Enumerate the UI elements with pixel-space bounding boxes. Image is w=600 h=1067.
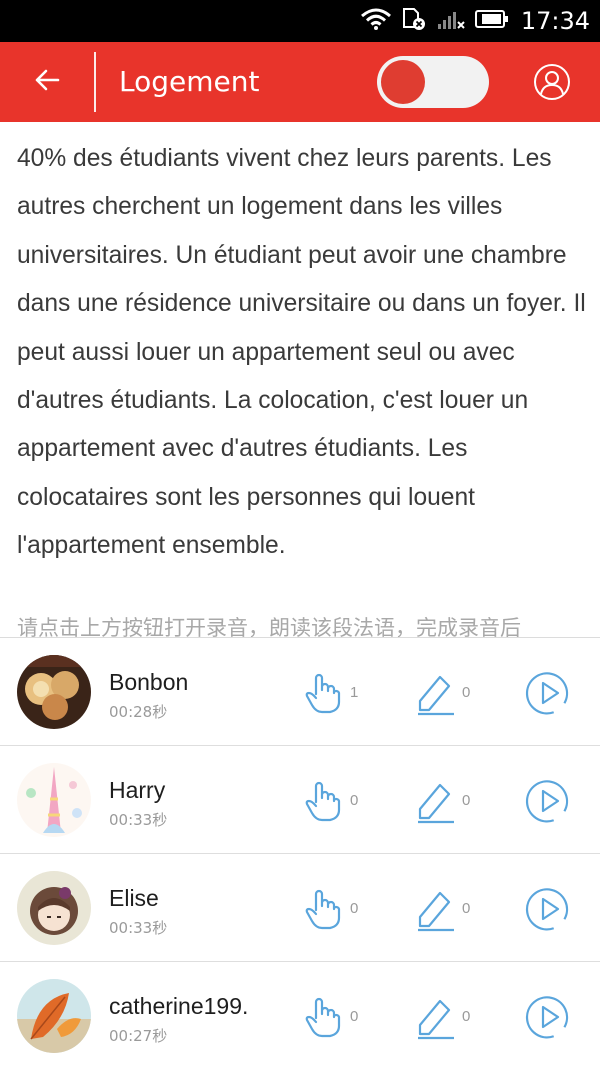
list-item[interactable]: Harry 00:33秒 0 0: [0, 746, 600, 854]
header-divider: [94, 52, 96, 112]
recording-author: Elise: [109, 885, 159, 911]
autumn-leaf-avatar: [17, 979, 91, 1053]
comment-count: 0: [462, 1008, 471, 1025]
play-icon: [525, 996, 569, 1039]
avatar[interactable]: [17, 871, 91, 945]
doll-avatar: [17, 871, 91, 945]
edit-icon: [418, 891, 454, 932]
edit-icon: [418, 675, 454, 716]
comment-button[interactable]: [416, 888, 458, 932]
hand-pointer-icon: [305, 673, 341, 714]
hand-pointer-icon: [305, 889, 341, 930]
page-title: Logement: [119, 65, 260, 98]
like-count: 0: [350, 792, 359, 809]
lanterns-avatar: [17, 655, 91, 729]
play-button[interactable]: [525, 995, 570, 1039]
comment-button[interactable]: [416, 672, 458, 716]
comment-count: 0: [462, 792, 471, 809]
list-item[interactable]: catherine199. 00:27秒 0 0: [0, 962, 600, 1067]
sim-disabled-icon: [401, 7, 427, 35]
comment-count: 0: [462, 684, 471, 701]
edit-icon: [418, 783, 454, 824]
play-button[interactable]: [525, 671, 570, 715]
instruction-container: 请点击上方按钮打开录音，朗读该段法语，完成录音后: [0, 612, 600, 637]
recording-duration: 00:28秒: [109, 703, 168, 721]
instruction-text: 请点击上方按钮打开录音，朗读该段法语，完成录音后: [17, 616, 521, 637]
profile-button[interactable]: [533, 63, 571, 101]
play-icon: [525, 888, 569, 931]
recording-duration: 00:33秒: [109, 919, 168, 937]
like-count: 0: [350, 900, 359, 917]
passage-text: 40% des étudiants vivent chez leurs pare…: [17, 145, 586, 560]
eiffel-tower-avatar: [17, 763, 91, 837]
status-icons: 17:34: [360, 0, 590, 42]
play-icon: [525, 672, 569, 715]
list-item[interactable]: Elise 00:33秒 0 0: [0, 854, 600, 962]
avatar[interactable]: [17, 655, 91, 729]
hand-pointer-icon: [305, 997, 341, 1038]
comment-button[interactable]: [416, 780, 458, 824]
list-item[interactable]: Bonbon 00:28秒 1 0: [0, 638, 600, 746]
back-button[interactable]: [22, 60, 72, 104]
like-count: 0: [350, 1008, 359, 1025]
like-count: 1: [350, 684, 359, 701]
user-icon: [533, 64, 571, 105]
recording-duration: 00:27秒: [109, 1027, 168, 1045]
recordings-list: Bonbon 00:28秒 1 0 Harry 00:33秒 0 0 Elise…: [0, 638, 600, 1067]
comment-button[interactable]: [416, 996, 458, 1040]
recording-author: catherine199.: [109, 993, 249, 1019]
hand-pointer-icon: [305, 781, 341, 822]
comment-count: 0: [462, 900, 471, 917]
toggle-knob: [381, 60, 425, 104]
battery-icon: [474, 9, 509, 33]
wifi-icon: [360, 8, 391, 34]
back-arrow-icon: [34, 69, 60, 95]
like-button[interactable]: [304, 888, 344, 932]
recording-duration: 00:33秒: [109, 811, 168, 829]
avatar[interactable]: [17, 763, 91, 837]
recording-author: Harry: [109, 777, 166, 803]
play-button[interactable]: [525, 887, 570, 931]
status-bar: 17:34: [0, 0, 600, 42]
avatar[interactable]: [17, 979, 91, 1053]
recording-author: Bonbon: [109, 669, 189, 695]
like-button[interactable]: [304, 672, 344, 716]
signal-icon: [437, 8, 465, 34]
edit-icon: [418, 999, 454, 1040]
status-time: 17:34: [520, 7, 590, 35]
play-button[interactable]: [525, 779, 570, 823]
like-button[interactable]: [304, 780, 344, 824]
play-icon: [525, 780, 569, 823]
record-toggle[interactable]: [377, 56, 489, 108]
app-header: Logement: [0, 42, 600, 122]
like-button[interactable]: [304, 996, 344, 1040]
